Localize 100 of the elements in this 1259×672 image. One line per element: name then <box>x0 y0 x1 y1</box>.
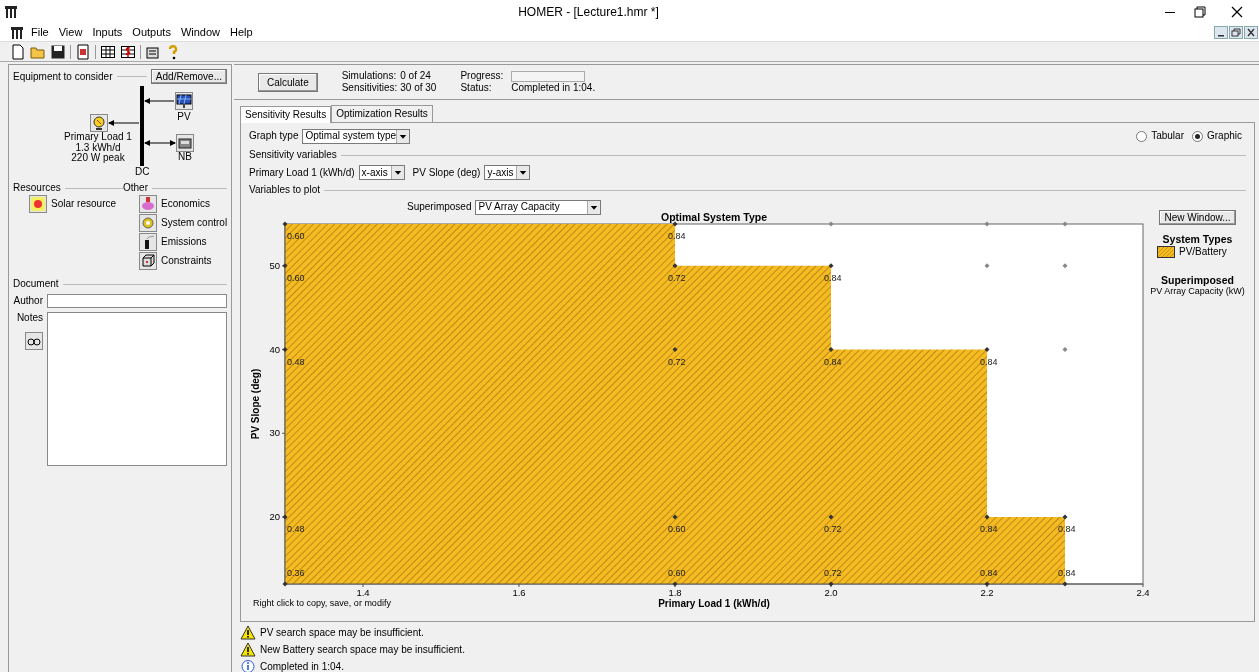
menu-item[interactable]: Outputs <box>127 25 176 40</box>
data-point <box>1062 514 1068 520</box>
notes-field[interactable] <box>47 312 227 466</box>
restore-icon[interactable] <box>1229 26 1243 39</box>
data-point <box>984 347 990 353</box>
axis-tick-label: 2.4 <box>1136 587 1149 598</box>
hint-text: Right click to copy, save, or modify <box>253 598 391 608</box>
section-label: Document <box>13 278 59 290</box>
data-point <box>984 514 990 520</box>
data-point <box>828 514 834 520</box>
axis-title: PV Slope (deg) <box>250 368 261 440</box>
section-label: Resources <box>13 182 61 194</box>
data-point <box>282 514 288 520</box>
component-button[interactable] <box>175 92 193 110</box>
message-text: New Battery search space may be insufficient. <box>260 643 465 656</box>
section-label: Other <box>123 182 148 194</box>
graph-type-select[interactable]: Optimal system type <box>302 128 411 144</box>
report-icon[interactable] <box>75 43 91 60</box>
tab[interactable]: Sensitivity Results <box>240 106 332 123</box>
tab[interactable]: Optimization Results <box>331 105 433 122</box>
spellcheck-button[interactable] <box>25 332 43 350</box>
data-point <box>672 221 678 227</box>
value-label: 0.60 <box>668 568 686 578</box>
axis-tick-label: 1.8 <box>668 587 682 598</box>
add-remove-button[interactable]: Add/Remove... <box>150 69 227 84</box>
menu-item[interactable]: File <box>26 25 54 40</box>
section-label: Variables to plot <box>249 184 320 196</box>
value-label: 0.84 <box>824 356 842 367</box>
piggy-bank-icon <box>140 195 156 212</box>
cost-table-icon[interactable] <box>120 43 136 60</box>
radio-label: Tabular <box>1151 130 1184 142</box>
data-point <box>282 347 288 353</box>
value-label: 0.84 <box>980 524 998 534</box>
value-label: 0.72 <box>668 272 686 283</box>
battery-icon <box>177 135 193 151</box>
resource-button[interactable] <box>139 232 157 251</box>
menu-item[interactable]: Window <box>175 25 225 40</box>
axis-tick-label: 30 <box>269 427 280 439</box>
axis-tick-label: 1.4 <box>356 587 370 598</box>
menu-item[interactable]: Help <box>225 25 258 40</box>
solar-panel-icon <box>176 93 192 109</box>
axis-tick-label: 1.6 <box>512 587 526 598</box>
resource-button[interactable] <box>139 251 157 270</box>
status-label: Status: <box>460 82 493 94</box>
chart-title: Optimal System Type <box>661 211 767 223</box>
legend-label: PV Array Capacity (kW) <box>1150 286 1245 297</box>
axis-tick-label: 40 <box>269 343 280 355</box>
message-text: PV search space may be insufficient. <box>260 626 424 639</box>
field-label: PV Slope (deg) <box>412 166 481 179</box>
axis-tick-label: 20 <box>269 511 280 522</box>
data-point <box>282 581 288 587</box>
save-icon[interactable] <box>50 43 66 60</box>
app-icon <box>4 5 18 19</box>
axis-select[interactable]: x-axis <box>358 165 405 180</box>
axis-tick-label: 2.0 <box>824 587 838 598</box>
stat-label: Sensitivities: <box>341 82 398 94</box>
radio-button[interactable] <box>1192 130 1203 142</box>
value-label: 0.60 <box>287 272 305 283</box>
stat-value: 0 of 24 <box>400 70 432 82</box>
cube-icon <box>140 252 156 269</box>
value-label: 0.84 <box>980 568 998 578</box>
menu-item[interactable]: Inputs <box>87 25 128 40</box>
new-window-button[interactable]: New Window... <box>1159 210 1236 225</box>
data-point <box>282 263 288 269</box>
field-label: Superimposed <box>407 201 472 213</box>
minimize-icon[interactable] <box>1214 26 1228 39</box>
stat-value: 30 of 30 <box>400 82 437 94</box>
component-label: NB <box>177 152 193 163</box>
status-value: Completed in 1:04. <box>511 82 596 94</box>
value-label: 0.36 <box>287 568 305 578</box>
value-label: 0.60 <box>287 231 305 241</box>
menu-item[interactable]: View <box>53 25 88 40</box>
data-point <box>282 221 288 227</box>
close-icon[interactable] <box>1244 26 1258 39</box>
radio-label: Graphic <box>1207 130 1242 142</box>
item-label: Emissions <box>161 235 207 248</box>
section-label: Sensitivity variables <box>249 149 337 161</box>
superimposed-select[interactable]: PV Array Capacity <box>475 199 602 215</box>
value-label: 0.60 <box>668 524 686 534</box>
table-icon[interactable] <box>100 43 116 60</box>
connector-arrow <box>144 97 175 105</box>
component-button[interactable] <box>90 114 108 132</box>
new-document-icon[interactable] <box>10 43 26 60</box>
axis-title: Primary Load 1 (kWh/d) <box>658 598 770 609</box>
axis-tick-label: 2.2 <box>980 587 994 598</box>
bulb-icon <box>91 115 107 131</box>
legend-title: System Types <box>1162 233 1233 246</box>
data-point <box>828 581 834 587</box>
axis-select[interactable]: y-axis <box>484 165 531 180</box>
stat-label: Simulations: <box>341 70 398 82</box>
author-field[interactable] <box>47 294 227 308</box>
calculate-button[interactable]: Calculate <box>258 72 318 92</box>
radio-button[interactable] <box>1136 130 1148 142</box>
axis-tick-label: 50 <box>269 259 280 271</box>
sun-icon <box>30 195 46 212</box>
gear-icon <box>140 214 156 231</box>
connector-arrow <box>108 119 140 127</box>
component-button[interactable] <box>176 134 194 152</box>
data-point <box>672 347 678 353</box>
value-label: 0.72 <box>824 524 842 534</box>
